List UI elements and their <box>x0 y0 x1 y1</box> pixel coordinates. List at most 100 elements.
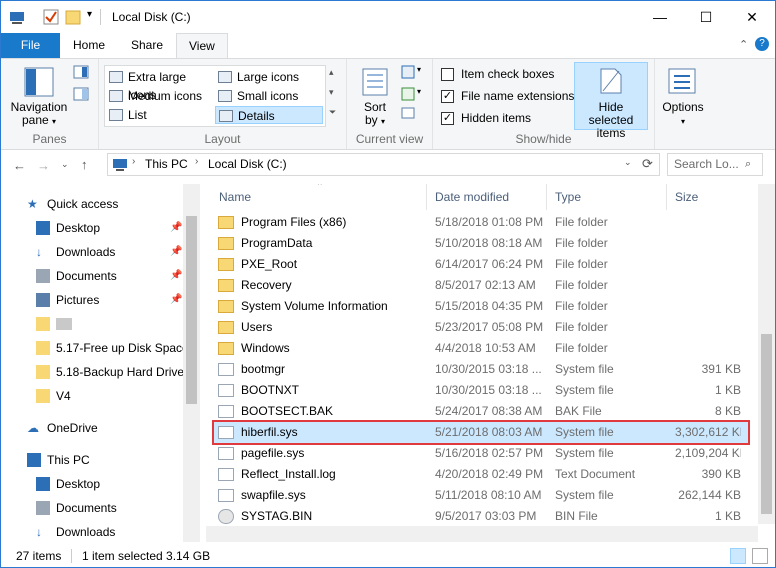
gallery-up-icon[interactable]: ▴ <box>329 67 334 78</box>
sort-by-button[interactable]: Sort by ▾ <box>353 63 397 129</box>
help-icon[interactable]: ? <box>755 37 769 51</box>
navigation-pane: ★ Quick access Desktop 📌 ↓ Downloads 📌 Document… <box>1 184 199 542</box>
explorer-window: ▾ Local Disk (C:) — ☐ ✕ File Home Share … <box>0 0 776 568</box>
nav-item[interactable]: ★ Quick access <box>1 192 181 216</box>
quick-access-dropdown-icon[interactable]: ▾ <box>87 9 92 20</box>
nav-item[interactable]: ↓ Downloads <box>1 520 181 544</box>
table-row[interactable]: ProgramData 5/10/2018 08:18 AM File folder <box>214 233 748 254</box>
breadcrumb-this-pc[interactable]: This PC <box>145 157 188 171</box>
item-check-boxes-option[interactable]: Item check boxes <box>441 66 577 84</box>
list-scrollbar[interactable] <box>758 184 775 524</box>
layout-details[interactable]: Details <box>215 106 323 124</box>
layout-extra-large-icons[interactable]: Extra large icons <box>106 68 214 102</box>
address-dropdown-icon[interactable]: ⌄ <box>624 157 632 168</box>
navigation-pane-label: Navigation <box>10 100 68 114</box>
status-bar: 27 items 1 item selected 3.14 GB <box>1 544 775 567</box>
hidden-items-option[interactable]: ✓ Hidden items <box>441 110 577 128</box>
gallery-more-icon[interactable]: ⏷ <box>329 107 336 118</box>
column-header-size[interactable]: Size <box>667 184 758 210</box>
table-row[interactable]: System Volume Information 5/15/2018 04:35… <box>214 296 748 317</box>
minimize-button[interactable]: — <box>637 1 683 33</box>
column-header-name[interactable]: Name <box>211 184 427 210</box>
size-columns-icon[interactable] <box>401 107 415 119</box>
download-icon: ↓ <box>36 525 42 539</box>
layout-large-icons[interactable]: Large icons <box>215 68 323 86</box>
details-pane-icon[interactable] <box>73 87 89 101</box>
recent-locations-icon[interactable]: ⌄ <box>61 159 69 170</box>
item-check-boxes-checkbox[interactable] <box>441 68 454 81</box>
table-row[interactable]: BOOTNXT 10/30/2015 03:18 ... System file 1 … <box>214 380 748 401</box>
add-columns-dropdown-icon[interactable]: ▾ <box>417 87 421 96</box>
table-row[interactable]: Reflect_Install.log 4/20/2018 02:49 PM Tex… <box>214 464 748 485</box>
gallery-down-icon[interactable]: ▾ <box>329 87 334 98</box>
preview-pane-icon[interactable] <box>73 65 89 79</box>
file-name-extensions-option[interactable]: ✓ File name extensions <box>441 88 577 106</box>
hide-selected-items-button[interactable]: Hide selected items <box>574 62 648 140</box>
table-row[interactable]: BOOTSECT.BAK 5/24/2017 08:38 AM BAK File 8 … <box>214 401 748 422</box>
file-name-extensions-checkbox[interactable]: ✓ <box>441 90 454 103</box>
nav-item[interactable]: Documents 📌 <box>1 264 182 288</box>
options-icon <box>668 68 696 94</box>
table-row[interactable]: PXE_Root 6/14/2017 06:24 PM File folder <box>214 254 748 275</box>
nav-scrollbar-thumb[interactable] <box>186 216 197 404</box>
nav-item[interactable]: 5.18-Backup Hard Drive <box>1 360 184 384</box>
nav-item[interactable]: 5.17-Free up Disk Space- <box>1 336 193 360</box>
column-header-date[interactable]: Date modified <box>427 184 547 210</box>
layout-medium-icons[interactable]: Medium icons <box>106 87 214 105</box>
search-icon[interactable]: ⌕ <box>745 158 751 171</box>
table-row[interactable]: Users 5/23/2017 05:08 PM File folder <box>214 317 748 338</box>
table-row[interactable]: SYSTAG.BIN 9/5/2017 03:03 PM BIN File 1 KB <box>214 506 748 524</box>
nav-item[interactable] <box>1 312 181 336</box>
list-h-scrollbar[interactable] <box>206 526 758 542</box>
item-count: 27 items <box>16 549 62 563</box>
table-row[interactable]: swapfile.sys 5/11/2018 08:10 AM System fil… <box>214 485 748 506</box>
nav-item[interactable]: ☁ OneDrive <box>1 416 181 440</box>
tab-view[interactable]: View <box>176 33 228 59</box>
options-button[interactable]: Options ▾ <box>657 63 709 129</box>
table-row[interactable]: Windows 4/4/2018 10:53 AM File folder <box>214 338 748 359</box>
back-icon[interactable]: ← <box>13 158 26 173</box>
collapse-ribbon-icon[interactable]: ⌃ <box>739 38 748 51</box>
new-folder-icon[interactable] <box>65 9 81 25</box>
file-icon <box>218 384 234 397</box>
hidden-items-checkbox[interactable]: ✓ <box>441 112 454 125</box>
up-icon[interactable]: ↑ <box>81 157 88 172</box>
layout-list[interactable]: List <box>106 106 214 124</box>
file-name: System Volume Information <box>241 299 388 313</box>
nav-item[interactable]: Desktop 📌 <box>1 216 182 240</box>
navigation-pane-button[interactable]: Navigation pane ▾ <box>9 61 69 127</box>
forward-icon[interactable]: → <box>37 158 50 173</box>
large-icons-view-icon[interactable] <box>752 548 768 564</box>
table-row[interactable]: hiberfil.sys 5/21/2018 08:03 AM System fil… <box>212 420 750 445</box>
table-row[interactable]: pagefile.sys 5/16/2018 02:57 PM System fil… <box>214 443 748 464</box>
details-view-icon[interactable] <box>730 548 746 564</box>
refresh-icon[interactable]: ⟳ <box>642 156 653 172</box>
nav-item[interactable]: This PC <box>1 448 181 472</box>
add-columns-icon[interactable] <box>401 87 415 101</box>
nav-item[interactable]: Documents <box>1 496 181 520</box>
column-header-type[interactable]: Type <box>547 184 667 210</box>
nav-item[interactable]: Pictures 📌 <box>1 288 182 312</box>
properties-icon[interactable] <box>9 9 25 25</box>
tab-home[interactable]: Home <box>61 33 117 58</box>
breadcrumb-local-disk[interactable]: Local Disk (C:) <box>208 157 287 171</box>
address-bar[interactable]: › This PC › Local Disk (C:) ⌄ ⟳ <box>107 153 660 176</box>
group-by-icon[interactable] <box>401 65 415 79</box>
file-name: Program Files (x86) <box>241 215 347 229</box>
table-row[interactable]: Recovery 8/5/2017 02:13 AM File folder <box>214 275 748 296</box>
group-by-dropdown-icon[interactable]: ▾ <box>417 65 421 74</box>
tab-share[interactable]: Share <box>119 33 175 58</box>
nav-scrollbar[interactable] <box>183 184 200 542</box>
list-scrollbar-thumb[interactable] <box>761 334 772 514</box>
close-button[interactable]: ✕ <box>729 1 775 33</box>
table-row[interactable]: Program Files (x86) 5/18/2018 01:08 PM Fil… <box>214 212 748 233</box>
file-name: Recovery <box>241 278 292 292</box>
maximize-button[interactable]: ☐ <box>683 1 729 33</box>
nav-item[interactable]: V4 <box>1 384 181 408</box>
nav-item[interactable]: ↓ Downloads 📌 <box>1 240 182 264</box>
nav-item[interactable]: Desktop <box>1 472 181 496</box>
checkmark-icon[interactable] <box>43 9 59 25</box>
tab-file[interactable]: File <box>1 33 60 58</box>
layout-small-icons[interactable]: Small icons <box>215 87 323 105</box>
table-row[interactable]: bootmgr 10/30/2015 03:18 ... System file 39… <box>214 359 748 380</box>
